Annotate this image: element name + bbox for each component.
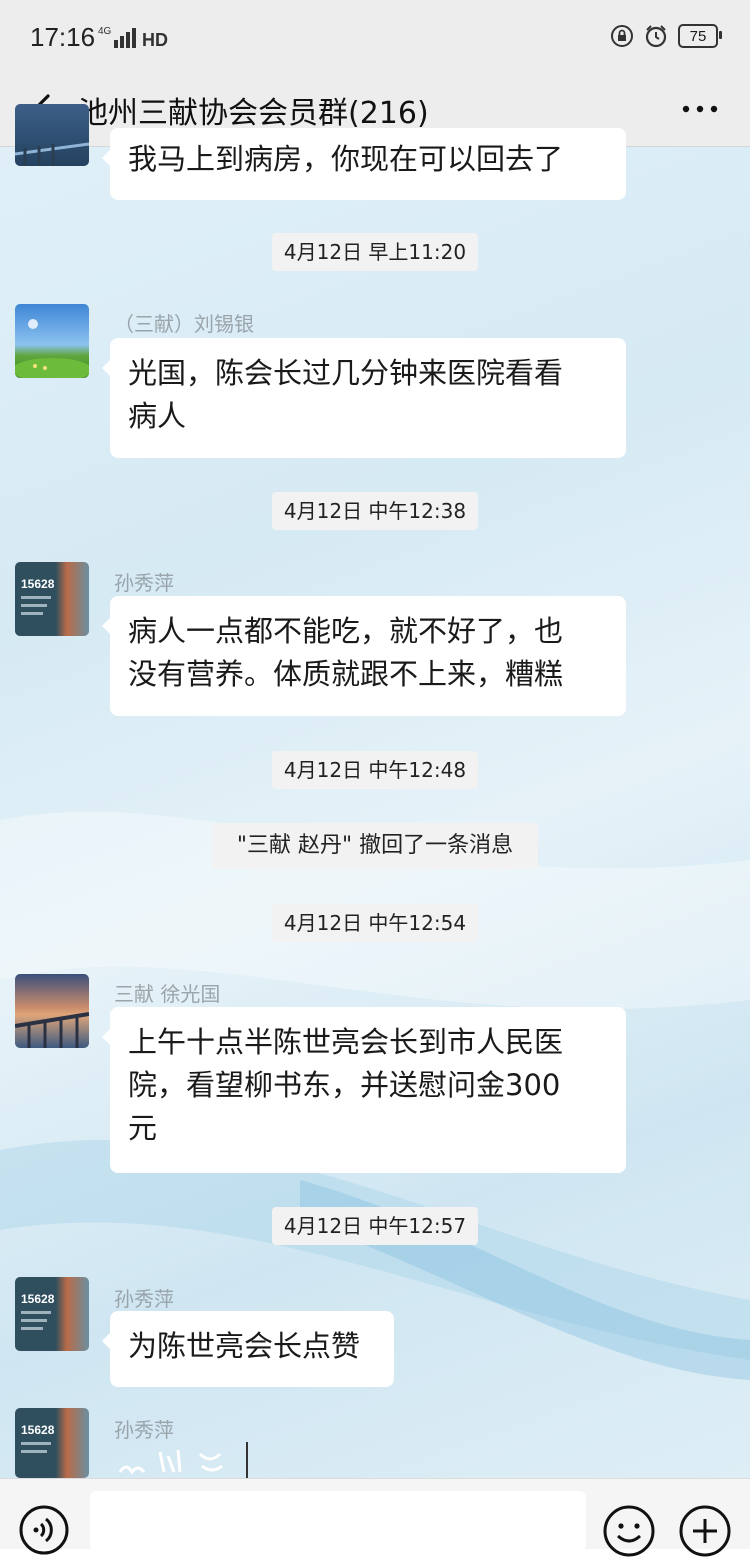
message-bubble[interactable]: 病人一点都不能吃，就不好了，也 没有营养。体质就跟不上来，糟糕 [102, 596, 626, 716]
message-input[interactable] [90, 1491, 586, 1551]
message-text-line: 院，看望柳书东，并送慰问金300 [128, 1068, 561, 1102]
sender-name: 孙秀萍 [114, 1287, 174, 1311]
status-time: 17:16 [30, 22, 96, 52]
avatar[interactable] [15, 974, 89, 1048]
message-text-line: 元 [128, 1111, 158, 1145]
avatar-badge: 15628 [21, 1292, 55, 1306]
message-text-line: 光国，陈会长过几分钟来医院看看 [128, 356, 564, 390]
sender-name: 孙秀萍 [114, 571, 174, 595]
plus-icon[interactable] [678, 1504, 732, 1558]
message-timestamp: 4月12日 中午12:57 [272, 1207, 478, 1245]
message-text-line: 上午十点半陈世亮会长到市人民医 [128, 1025, 564, 1059]
message-bubble[interactable]: 为陈世亮会长点赞 [102, 1311, 394, 1387]
hd-label: HD [142, 30, 168, 50]
network-type: 4G [98, 26, 112, 37]
message-bubble[interactable]: 光国，陈会长过几分钟来医院看看 病人 [102, 338, 626, 458]
lock-rotation-icon [611, 25, 633, 47]
signal-icon: 4G HD [98, 24, 168, 54]
avatar-badge: 15628 [21, 1423, 55, 1437]
avatar[interactable]: 15628 [15, 562, 89, 636]
message-bubble[interactable]: 上午十点半陈世亮会长到市人民医 院，看望柳书东，并送慰问金300 元 [102, 1007, 626, 1173]
alarm-icon [645, 25, 667, 48]
message-text: 我马上到病房，你现在可以回去了 [128, 142, 564, 176]
avatar[interactable]: 15628 [15, 1277, 89, 1351]
message-timestamp: 4月12日 中午12:54 [272, 904, 478, 942]
more-icon[interactable] [680, 94, 720, 124]
avatar[interactable] [15, 104, 89, 166]
system-notice: "三献 赵丹" 撤回了一条消息 [212, 823, 538, 869]
avatar[interactable]: 15628 [15, 1408, 89, 1478]
chat-title: 池州三献协会会员群(216) [78, 96, 429, 131]
battery-icon: 75 [678, 24, 722, 48]
message-timestamp: 4月12日 早上11:20 [272, 233, 478, 271]
battery-level: 75 [689, 27, 707, 45]
message-text: 为陈世亮会长点赞 [128, 1329, 361, 1363]
sender-name: （三献）刘锡银 [114, 312, 254, 336]
message-text-line: 病人 [128, 399, 187, 433]
avatar[interactable] [15, 304, 89, 378]
voice-icon[interactable] [18, 1504, 70, 1556]
status-bar: 17:16 4G HD 75 [0, 0, 750, 76]
image-message[interactable] [112, 1442, 252, 1478]
sender-name: 三献 徐光国 [114, 982, 221, 1006]
message-bubble[interactable]: 我马上到病房，你现在可以回去了 [102, 128, 626, 200]
message-timestamp: 4月12日 中午12:48 [272, 751, 478, 789]
sender-name: 孙秀萍 [114, 1418, 174, 1442]
emoji-icon[interactable] [602, 1504, 656, 1558]
message-text-line: 没有营养。体质就跟不上来，糟糕 [128, 657, 564, 691]
avatar-badge: 15628 [21, 577, 55, 591]
message-text-line: 病人一点都不能吃，就不好了，也 [128, 614, 564, 648]
message-timestamp: 4月12日 中午12:38 [272, 492, 478, 530]
